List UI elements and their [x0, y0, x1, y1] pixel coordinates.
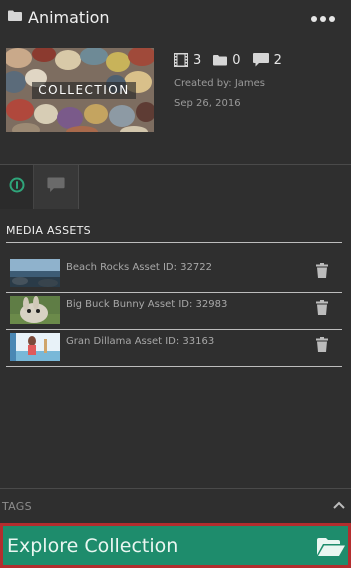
media-assets-list: Beach Rocks Asset ID: 32722 Big Buck Bun…	[6, 256, 342, 367]
trash-icon[interactable]	[316, 263, 328, 278]
created-by: Created by: James	[174, 78, 266, 89]
film-icon	[174, 53, 188, 67]
tab-info[interactable]	[0, 165, 34, 209]
stat-films: 3	[174, 53, 201, 68]
asset-label: Beach Rocks Asset ID: 32722	[66, 262, 212, 273]
asset-label: Big Buck Bunny Asset ID: 32983	[66, 299, 228, 310]
stat-folders-count: 0	[232, 52, 241, 68]
stat-comments-count: 2	[273, 52, 282, 68]
stat-folders: 0	[213, 52, 241, 68]
beach-thumbnail	[10, 259, 60, 287]
panel-header: Animation	[0, 0, 351, 40]
explore-collection-button[interactable]: Explore Collection	[0, 523, 351, 568]
comment-icon	[252, 53, 269, 67]
bunny-thumbnail	[10, 296, 60, 324]
explore-collection-button-body[interactable]: Explore Collection	[3, 526, 348, 565]
collection-thumbnail: COLLECTION	[6, 48, 154, 132]
tab-comments[interactable]	[34, 165, 79, 209]
collection-stats: 3 0 2	[174, 52, 294, 68]
stat-comments: 2	[252, 52, 282, 68]
asset-label: Gran Dillama Asset ID: 33163	[66, 336, 215, 347]
folder-icon	[8, 10, 22, 21]
collection-thumbnail-label: COLLECTION	[32, 82, 136, 99]
chevron-up-icon[interactable]	[333, 500, 345, 510]
folder-icon	[213, 55, 228, 66]
created-date: Sep 26, 2016	[174, 98, 241, 109]
page-title: Animation	[28, 8, 110, 27]
trash-icon[interactable]	[316, 337, 328, 352]
tags-heading[interactable]: TAGS	[2, 500, 32, 513]
list-item[interactable]: Big Buck Bunny Asset ID: 32983	[6, 293, 342, 330]
explore-collection-label: Explore Collection	[7, 535, 179, 557]
more-options-icon[interactable]	[311, 14, 335, 24]
trash-icon[interactable]	[316, 300, 328, 315]
comment-icon	[47, 177, 65, 192]
list-item[interactable]: Gran Dillama Asset ID: 33163	[6, 330, 342, 367]
dillama-thumbnail	[10, 333, 60, 361]
media-assets-heading: MEDIA ASSETS	[6, 224, 342, 243]
divider	[0, 488, 351, 489]
list-item[interactable]: Beach Rocks Asset ID: 32722	[6, 256, 342, 293]
stat-films-count: 3	[193, 52, 202, 68]
info-icon	[9, 177, 24, 193]
open-folder-icon	[317, 538, 345, 556]
collection-panel: Animation COLLECTION 3 0 2 Created by: J…	[0, 0, 351, 568]
